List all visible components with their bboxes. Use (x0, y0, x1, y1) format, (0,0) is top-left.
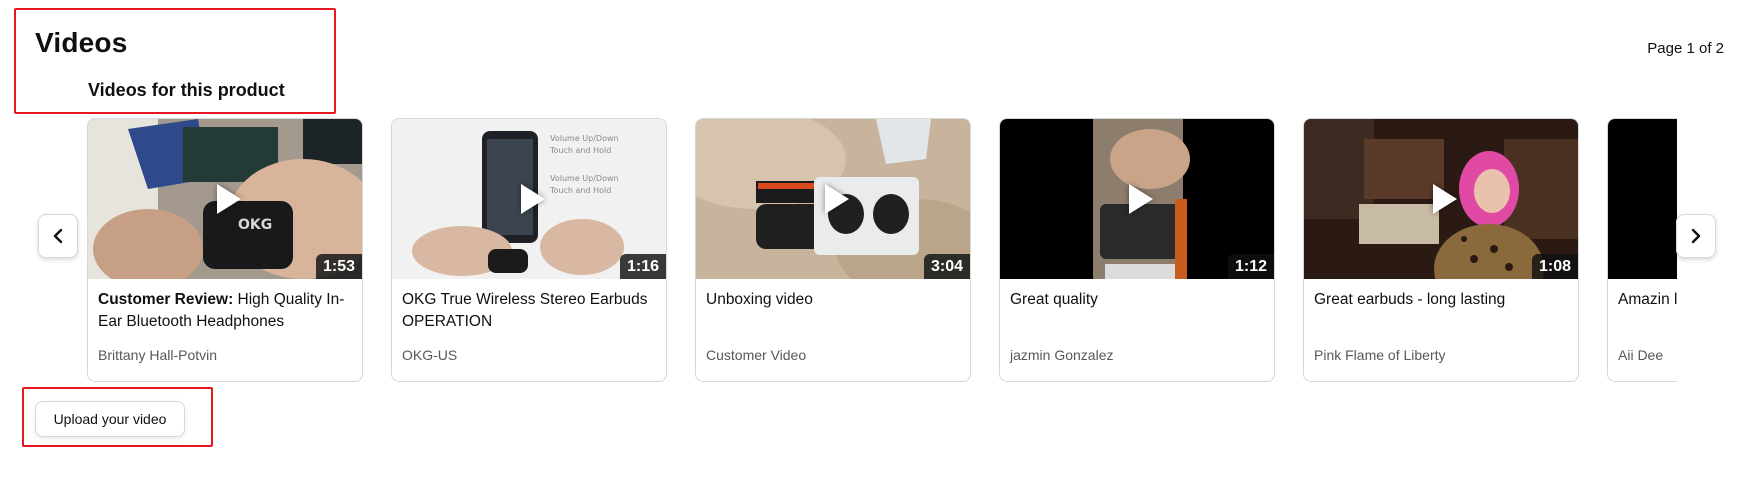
video-card[interactable]: OKG 1:53 Customer Review: High Quality I… (87, 118, 363, 382)
video-title: OKG True Wireless Stereo Earbuds OPERATI… (402, 291, 648, 330)
play-icon (217, 184, 241, 214)
video-author: jazmin Gonzalez (1010, 347, 1114, 363)
carousel-prev-button[interactable] (38, 214, 78, 258)
play-icon (1433, 184, 1457, 214)
video-card[interactable]: Amazin look lik Aii Dee (1607, 118, 1677, 382)
video-thumbnail: 3:04 (696, 119, 970, 279)
video-thumbnail: OKG 1:53 (88, 119, 362, 279)
video-card[interactable]: 3:04 Unboxing video Customer Video (695, 118, 971, 382)
video-author: Aii Dee (1618, 347, 1664, 363)
chevron-right-icon (1691, 228, 1701, 244)
video-author: Pink Flame of Liberty (1314, 347, 1446, 363)
upload-video-button[interactable]: Upload your video (35, 401, 185, 437)
video-thumbnail (1608, 119, 1677, 279)
video-author: Customer Video (706, 347, 807, 363)
carousel-next-button[interactable] (1676, 214, 1716, 258)
video-duration: 1:16 (619, 254, 666, 279)
video-title: Customer Review: High Quality In-Ear Blu… (98, 291, 345, 330)
section-subtitle: Videos for this product (88, 80, 285, 100)
svg-text:Touch and Hold: Touch and Hold (549, 146, 611, 155)
video-thumbnail: Volume Up/Down Touch and Hold Volume Up/… (392, 119, 666, 279)
video-duration: 1:08 (1531, 254, 1578, 279)
svg-text:Touch and Hold: Touch and Hold (549, 186, 611, 195)
video-title: Amazin look lik (1618, 291, 1677, 308)
video-thumbnail: 1:08 (1304, 119, 1578, 279)
play-icon (1129, 184, 1153, 214)
chevron-left-icon (53, 228, 63, 244)
video-duration: 1:53 (315, 254, 362, 279)
page-indicator: Page 1 of 2 (1647, 40, 1724, 57)
svg-text:Volume Up/Down: Volume Up/Down (550, 134, 619, 143)
video-thumbnail: 1:12 (1000, 119, 1274, 279)
video-title: Unboxing video (706, 291, 813, 308)
video-card[interactable]: 1:12 Great quality jazmin Gonzalez (999, 118, 1275, 382)
video-title: Great quality (1010, 291, 1098, 308)
video-card[interactable]: 1:08 Great earbuds - long lasting Pink F… (1303, 118, 1579, 382)
play-icon (825, 184, 849, 214)
section-title: Videos (35, 27, 128, 58)
video-card[interactable]: Volume Up/Down Touch and Hold Volume Up/… (391, 118, 667, 382)
video-title: Great earbuds - long lasting (1314, 291, 1506, 308)
play-icon (521, 184, 545, 214)
video-author: Brittany Hall-Potvin (98, 347, 218, 363)
video-duration: 1:12 (1227, 254, 1274, 279)
video-carousel: OKG 1:53 Customer Review: High Quality I… (87, 118, 1677, 382)
video-duration: 3:04 (923, 254, 970, 279)
svg-text:Volume Up/Down: Volume Up/Down (550, 174, 619, 183)
svg-text:OKG: OKG (238, 217, 272, 233)
video-author: OKG-US (402, 347, 458, 363)
